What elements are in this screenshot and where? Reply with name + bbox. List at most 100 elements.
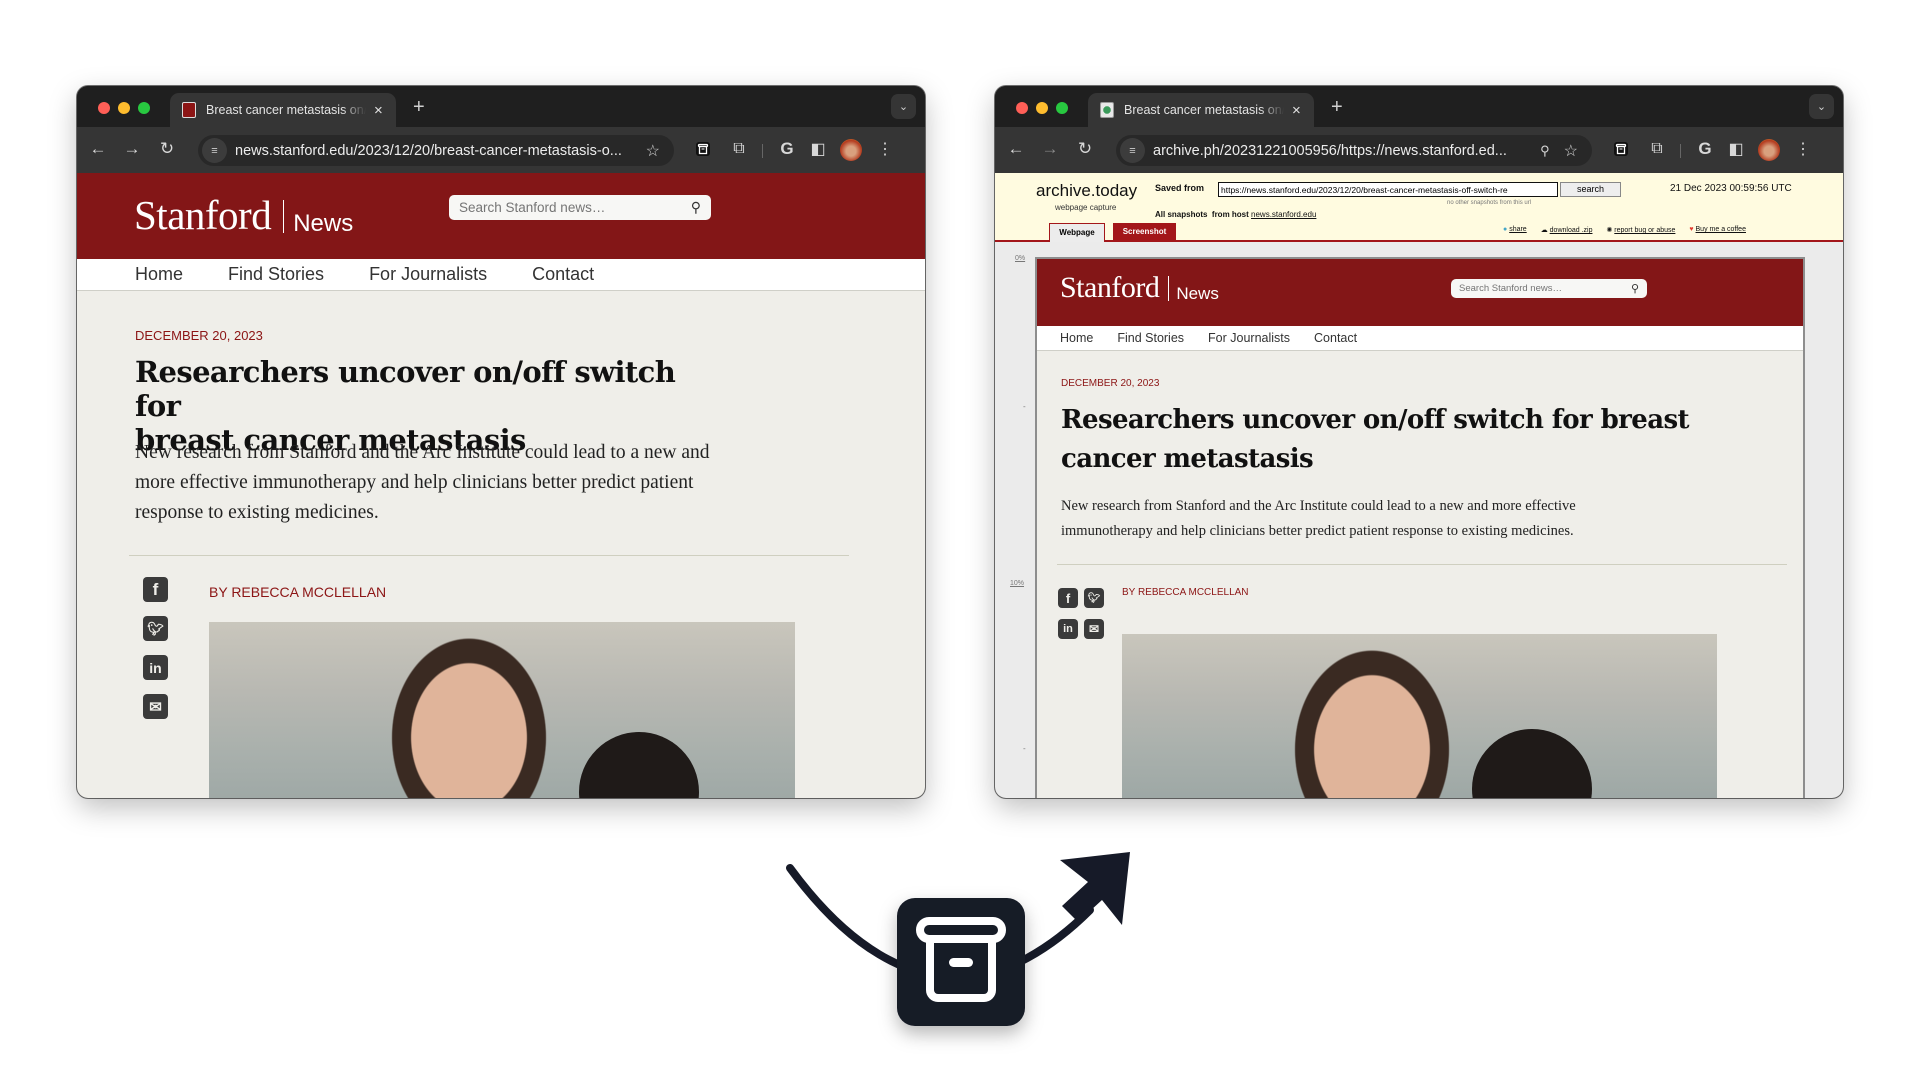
twitter-share-icon[interactable]: 🐦︎: [1084, 588, 1104, 608]
close-tab-icon[interactable]: ×: [374, 102, 383, 119]
bookmark-star-icon[interactable]: ☆: [1564, 141, 1578, 161]
linkedin-share-icon[interactable]: in: [143, 655, 168, 680]
stanford-news-logo[interactable]: Stanford News: [1060, 271, 1219, 305]
headline-line-1: Researchers uncover on/off switch for: [135, 355, 676, 423]
email-share-icon[interactable]: ✉: [143, 694, 168, 719]
twitter-share-icon[interactable]: 🐦︎: [143, 616, 168, 641]
photo-subject-1: [379, 622, 559, 798]
host-link[interactable]: news.stanford.edu: [1251, 210, 1316, 219]
back-button[interactable]: ←: [86, 137, 110, 161]
nav-for-journalists[interactable]: For Journalists: [369, 264, 487, 285]
new-tab-button[interactable]: +: [413, 97, 425, 117]
linkedin-share-icon[interactable]: in: [1058, 619, 1078, 639]
archive-brand[interactable]: archive.today: [1036, 181, 1137, 201]
facebook-share-icon[interactable]: f: [1058, 588, 1078, 608]
site-nav: Home Find Stories For Journalists Contac…: [1037, 326, 1803, 351]
url-text[interactable]: archive.ph/20231221005956/https://news.s…: [1153, 143, 1540, 159]
tab-search-button[interactable]: ⌄: [891, 94, 916, 119]
site-settings-icon[interactable]: ≡: [1120, 138, 1145, 163]
buy-coffee-link[interactable]: ♥ Buy me a coffee: [1689, 226, 1746, 234]
tab-bar: Breast cancer metastasis on/off switch ×…: [77, 86, 925, 127]
zoom-icon[interactable]: ⚲: [1540, 143, 1550, 159]
logo-section: News: [293, 210, 354, 237]
address-bar[interactable]: ≡ news.stanford.edu/2023/12/20/breast-ca…: [198, 135, 674, 166]
browser-tab[interactable]: Breast cancer metastasis on/off switch ×: [170, 93, 396, 127]
url-text[interactable]: news.stanford.edu/2023/12/20/breast-canc…: [235, 143, 646, 159]
all-snapshots-text[interactable]: All snapshots: [1155, 210, 1207, 219]
nav-find-stories[interactable]: Find Stories: [1117, 331, 1184, 345]
more-menu-icon[interactable]: ⋮: [874, 138, 896, 160]
forward-button[interactable]: →: [120, 137, 144, 161]
scroll-tick: -: [1023, 402, 1026, 411]
maximize-window-button[interactable]: [1056, 102, 1068, 114]
tab-screenshot[interactable]: Screenshot: [1113, 223, 1176, 240]
search-icon[interactable]: ⚲: [1631, 282, 1639, 295]
bookmark-star-icon[interactable]: ☆: [646, 141, 660, 161]
close-tab-icon[interactable]: ×: [1292, 102, 1301, 119]
google-extension-icon[interactable]: G: [776, 138, 798, 160]
tab-search-button[interactable]: ⌄: [1809, 94, 1834, 119]
site-header: Stanford News ⚲: [77, 173, 925, 259]
archive-search-button[interactable]: search: [1560, 182, 1621, 197]
more-menu-icon[interactable]: ⋮: [1792, 138, 1814, 160]
reload-button[interactable]: ↻: [1073, 137, 1097, 161]
google-extension-icon[interactable]: G: [1694, 138, 1716, 160]
minimize-window-button[interactable]: [118, 102, 130, 114]
stanford-news-logo[interactable]: Stanford News: [134, 191, 353, 239]
minimize-window-button[interactable]: [1036, 102, 1048, 114]
browser-window-archived: Breast cancer metastasis on/off switch ×…: [995, 86, 1843, 798]
toolbar-separator: [762, 144, 763, 158]
nav-for-journalists[interactable]: For Journalists: [1208, 331, 1290, 345]
nav-contact[interactable]: Contact: [1314, 331, 1357, 345]
archive-extension-icon[interactable]: [1610, 138, 1632, 160]
forward-button[interactable]: →: [1038, 137, 1062, 161]
new-tab-button[interactable]: +: [1331, 97, 1343, 117]
close-window-button[interactable]: [1016, 102, 1028, 114]
scroll-marker-0[interactable]: 0%: [1015, 255, 1025, 262]
profile-avatar[interactable]: [840, 139, 862, 161]
window-controls: [98, 102, 150, 114]
dek-line-1: New research from Stanford and the Arc I…: [1061, 498, 1576, 514]
archive-box-icon: [897, 898, 1025, 1026]
close-window-button[interactable]: [98, 102, 110, 114]
tab-webpage[interactable]: Webpage: [1049, 223, 1105, 242]
archived-page-frame: Stanford News ⚲ Home Find Stories For Jou…: [1035, 257, 1805, 798]
scroll-marker-10[interactable]: 10%: [1010, 580, 1024, 587]
browser-tab[interactable]: Breast cancer metastasis on/off switch ×: [1088, 93, 1314, 127]
search-input[interactable]: [1459, 283, 1609, 294]
share-link[interactable]: ● share: [1503, 226, 1527, 234]
side-panel-icon[interactable]: ◧: [807, 138, 829, 160]
nav-home[interactable]: Home: [1060, 331, 1093, 345]
profile-avatar[interactable]: [1758, 139, 1780, 161]
search-input[interactable]: [459, 200, 659, 215]
nav-home[interactable]: Home: [135, 264, 183, 285]
address-bar[interactable]: ≡ archive.ph/20231221005956/https://news…: [1116, 135, 1592, 166]
extensions-puzzle-icon[interactable]: ⧉: [1646, 138, 1668, 160]
saved-from-url-input[interactable]: [1218, 182, 1558, 197]
extensions-puzzle-icon[interactable]: ⧉: [728, 138, 750, 160]
byline[interactable]: BY REBECCA MCCLELLAN: [209, 584, 386, 600]
archive-extension-icon[interactable]: [692, 138, 714, 160]
reload-button[interactable]: ↻: [155, 137, 179, 161]
byline[interactable]: BY REBECCA MCCLELLAN: [1122, 587, 1249, 598]
article-date: DECEMBER 20, 2023: [135, 328, 263, 343]
email-share-icon[interactable]: ✉: [1084, 619, 1104, 639]
facebook-share-icon[interactable]: f: [143, 577, 168, 602]
article-dek: New research from Stanford and the Arc I…: [135, 442, 710, 523]
back-button[interactable]: ←: [1004, 137, 1028, 161]
browser-toolbar: ← → ↻ ≡ archive.ph/20231221005956/https:…: [995, 127, 1843, 173]
nav-find-stories[interactable]: Find Stories: [228, 264, 324, 285]
site-settings-icon[interactable]: ≡: [202, 138, 227, 163]
side-panel-icon[interactable]: ◧: [1725, 138, 1747, 160]
report-bug-link[interactable]: ✺ report bug or abuse: [1606, 226, 1675, 234]
article-dek: New research from Stanford and the Arc I…: [1061, 494, 1781, 544]
from-host-text: from host: [1211, 210, 1249, 219]
article-headline: Researchers uncover on/off switch for br…: [1061, 401, 1801, 479]
nav-contact[interactable]: Contact: [532, 264, 594, 285]
site-search: ⚲: [1451, 279, 1647, 298]
heart-icon: ♥: [1689, 226, 1694, 233]
logo-divider: [283, 200, 285, 233]
download-zip-link[interactable]: ☁ download .zip: [1541, 226, 1593, 234]
search-icon[interactable]: ⚲: [691, 199, 701, 216]
maximize-window-button[interactable]: [138, 102, 150, 114]
